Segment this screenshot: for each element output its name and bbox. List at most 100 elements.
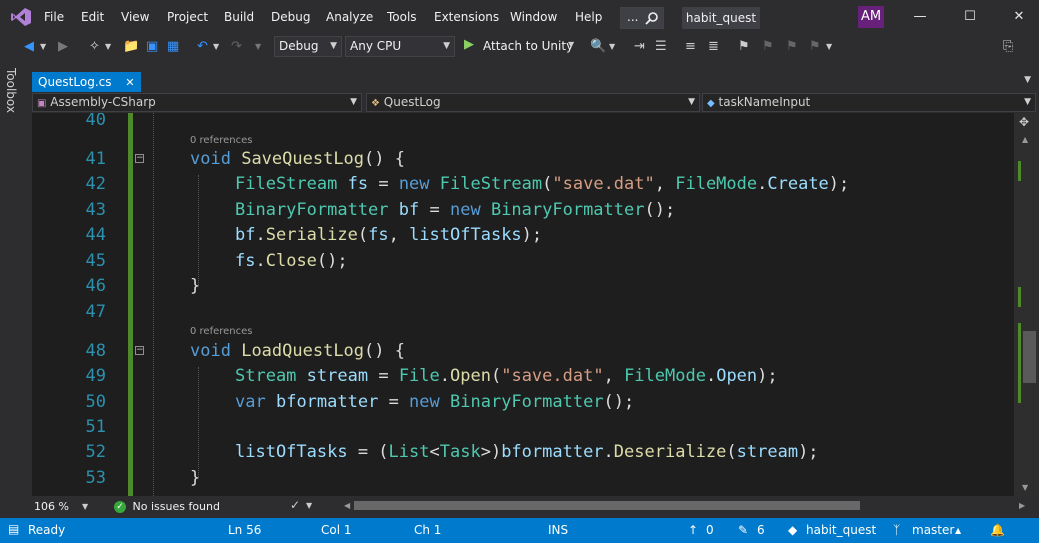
comment-icon[interactable]: ≡ [685, 38, 696, 56]
close-tab-icon[interactable]: ✕ [125, 76, 134, 89]
branch-chevron-up-icon[interactable]: ▲ [955, 526, 961, 535]
project-icon: ▣ [37, 98, 47, 109]
menu-file[interactable]: File [44, 10, 64, 24]
collapse-icon[interactable]: − [135, 346, 144, 355]
zoom-dropdown[interactable]: 106 % ▼ [32, 498, 94, 516]
horizontal-scroll-thumb[interactable] [354, 501, 860, 510]
configuration-dropdown[interactable]: Debug ▼ [274, 36, 342, 57]
forward-icon[interactable]: ▶ [58, 38, 68, 56]
codelens-references[interactable]: 0 references [190, 135, 253, 146]
push-arrow-icon[interactable]: ↑ [688, 523, 698, 537]
next-bookmark-icon[interactable]: ⚑ [786, 38, 798, 56]
scroll-up-icon[interactable]: ▲ [1022, 135, 1028, 144]
branch-icon[interactable]: ᛉ [893, 523, 900, 537]
prev-bookmark-icon[interactable]: ⚑ [762, 38, 774, 56]
code-line: } [190, 276, 201, 296]
tab-overflow-icon[interactable]: ▼ [1024, 75, 1031, 85]
code-cleanup-icon[interactable]: ✓ [290, 498, 300, 512]
undo-dropdown-icon[interactable]: ▼ [213, 38, 219, 56]
unpushed-count[interactable]: 0 [706, 523, 714, 537]
status-bar: ▤ Ready Ln 56 Col 1 Ch 1 INS ↑ 0 ✎ 6 ◆ h… [0, 518, 1039, 543]
visual-studio-logo-icon[interactable] [10, 7, 32, 27]
step-into-icon[interactable]: ⇥ [634, 38, 645, 56]
platform-value: Any CPU [350, 39, 402, 53]
change-tracking-bar [128, 113, 133, 496]
search-icon [645, 12, 658, 25]
list-members-icon[interactable]: ☰ [655, 38, 667, 56]
new-project-icon[interactable]: ✧ [89, 38, 100, 56]
open-folder-icon[interactable]: 📁 [123, 38, 139, 56]
cleanup-dropdown-icon[interactable]: ▼ [306, 501, 312, 510]
member-dropdown[interactable]: ◆ taskNameInput ▼ [702, 93, 1036, 112]
menu-extensions[interactable]: Extensions [434, 10, 499, 24]
changes-count[interactable]: 6 [757, 523, 765, 537]
chevron-down-icon: ▼ [330, 41, 337, 51]
repository-icon[interactable]: ◆ [788, 523, 797, 537]
split-window-icon[interactable]: ✥ [1019, 115, 1029, 129]
menu-edit[interactable]: Edit [81, 10, 104, 24]
menu-tools[interactable]: Tools [387, 10, 417, 24]
minimize-icon: — [913, 9, 927, 24]
vertical-scrollbar[interactable]: ✥ ▲ ▼ [1014, 113, 1039, 496]
toolbar-overflow-icon[interactable]: ▼ [826, 38, 832, 56]
line-number: 43 [85, 200, 106, 220]
maximize-button[interactable]: ☐ [958, 6, 982, 28]
menu-debug[interactable]: Debug [271, 10, 310, 24]
issues-indicator[interactable]: ✓ No issues found [114, 498, 220, 516]
chevron-down-icon: ▼ [82, 502, 89, 511]
codelens-references[interactable]: 0 references [190, 326, 253, 337]
notifications-bell-icon[interactable]: 🔔 [990, 523, 1005, 537]
back-dropdown-icon[interactable]: ▼ [40, 38, 46, 56]
avatar[interactable]: AM [858, 6, 884, 28]
scroll-left-icon[interactable]: ◀ [344, 501, 350, 510]
menu-view[interactable]: View [121, 10, 149, 24]
menu-help[interactable]: Help [575, 10, 602, 24]
status-ch[interactable]: Ch 1 [414, 523, 441, 537]
branch-name[interactable]: master [912, 523, 954, 537]
line-number: 53 [85, 468, 106, 488]
type-dropdown[interactable]: ❖ QuestLog ▼ [366, 93, 700, 112]
status-insert-mode[interactable]: INS [548, 523, 568, 537]
standard-toolbar: ◀ ▼ ▶ ✧ ▼ 📁 ▣ ▦ ↶ ▼ ↷ ▼ Debug ▼ Any CPU … [0, 35, 1039, 60]
live-share-icon[interactable]: ⎘ [1003, 38, 1013, 56]
clear-bookmarks-icon[interactable]: ⚑ [809, 38, 821, 56]
menu-project[interactable]: Project [167, 10, 208, 24]
minimize-button[interactable]: — [908, 6, 932, 28]
menu-analyze[interactable]: Analyze [326, 10, 373, 24]
repository-name[interactable]: habit_quest [806, 523, 876, 537]
back-icon[interactable]: ◀ [24, 38, 34, 56]
pencil-icon[interactable]: ✎ [738, 523, 748, 537]
status-col[interactable]: Col 1 [321, 523, 352, 537]
platform-dropdown[interactable]: Any CPU ▼ [345, 36, 455, 57]
find-dropdown-icon[interactable]: ▼ [609, 38, 615, 56]
new-dropdown-icon[interactable]: ▼ [105, 38, 111, 56]
menu-window[interactable]: Window [510, 10, 557, 24]
tab-questlog[interactable]: QuestLog.cs ✕ [32, 72, 141, 92]
line-number: 44 [85, 225, 106, 245]
change-marker [1018, 323, 1021, 403]
undo-icon[interactable]: ↶ [197, 38, 208, 56]
redo-icon[interactable]: ↷ [231, 38, 242, 56]
toolbox-tab[interactable]: Toolbox [4, 68, 18, 113]
scroll-right-icon[interactable]: ▶ [1019, 501, 1025, 510]
save-icon[interactable]: ▣ [146, 38, 158, 56]
attach-to-unity-button[interactable]: ▶ Attach to Unity ▼ [462, 37, 578, 57]
scroll-down-icon[interactable]: ▼ [1022, 483, 1028, 492]
status-line[interactable]: Ln 56 [228, 523, 261, 537]
menu-build[interactable]: Build [224, 10, 254, 24]
scroll-thumb[interactable] [1023, 331, 1036, 383]
class-icon: ❖ [371, 98, 380, 109]
search-box[interactable]: ... [620, 7, 664, 29]
uncomment-icon[interactable]: ≣ [708, 38, 719, 56]
change-marker [1018, 161, 1021, 181]
bookmark-icon[interactable]: ⚑ [738, 38, 750, 56]
collapse-icon[interactable]: − [135, 154, 144, 163]
close-button[interactable]: ✕ [1007, 6, 1031, 28]
redo-dropdown-icon[interactable]: ▼ [255, 38, 261, 56]
save-all-icon[interactable]: ▦ [167, 38, 179, 56]
project-dropdown[interactable]: ▣ Assembly-CSharp ▼ [32, 93, 362, 112]
indent-guide [198, 367, 199, 477]
find-in-files-icon[interactable]: 🔍 [590, 38, 606, 56]
code-editor[interactable]: 40 0 references 41 − void SaveQuestLog()… [32, 113, 1014, 496]
play-icon: ▶ [464, 37, 474, 52]
